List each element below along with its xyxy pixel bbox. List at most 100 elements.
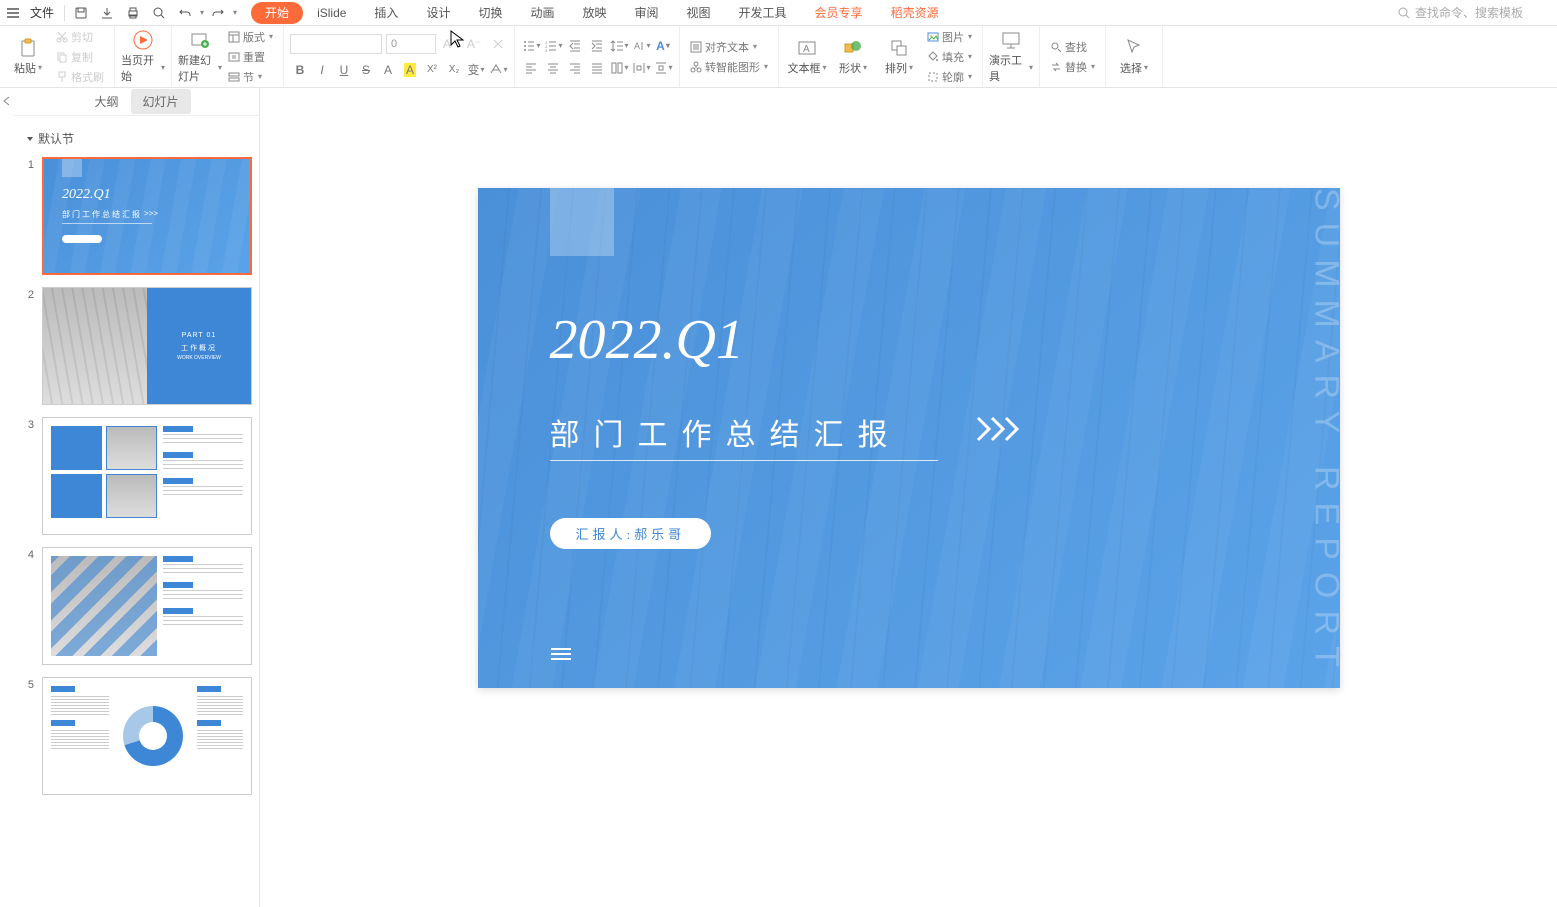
distribute-h-icon[interactable]: ▾ (631, 58, 651, 78)
main-area: 大纲 幻灯片 默认节 1 2022.Q1 部门工作总结汇报 >>> (0, 88, 1557, 907)
tab-transition[interactable]: 切换 (464, 0, 516, 25)
decor-block (550, 188, 614, 256)
reporter-pill[interactable]: 汇报人:郝乐哥 (550, 518, 712, 549)
slides-tab[interactable]: 幻灯片 (131, 89, 191, 114)
arrange-button[interactable]: 排列▾ (877, 30, 921, 84)
separator (64, 5, 65, 21)
align-left-icon[interactable] (521, 58, 541, 78)
present-tools-button[interactable]: 演示工具▾ (989, 30, 1033, 84)
svg-text:A: A (803, 44, 810, 55)
reset-button[interactable]: 重置 (224, 48, 277, 66)
command-search[interactable]: 查找命令、搜索模板 (1397, 4, 1553, 21)
slide-thumb-5[interactable]: 5 (18, 671, 259, 801)
section-header[interactable]: 默认节 (18, 126, 259, 151)
collapse-panel-icon[interactable] (0, 88, 14, 907)
increase-indent-icon[interactable] (587, 36, 607, 56)
superscript-icon[interactable]: X² (422, 60, 442, 80)
align-center-icon[interactable] (543, 58, 563, 78)
textbox-button[interactable]: A 文本框▾ (785, 30, 829, 84)
align-justify-icon[interactable] (587, 58, 607, 78)
tab-islide[interactable]: iSlide (303, 0, 360, 25)
align-right-icon[interactable] (565, 58, 585, 78)
tab-slideshow[interactable]: 放映 (568, 0, 620, 25)
redo-icon[interactable] (206, 2, 230, 24)
columns-icon[interactable]: ▾ (609, 58, 629, 78)
font-effects-icon[interactable]: ▾ (488, 60, 508, 80)
qat-customize[interactable]: ▾ (233, 8, 237, 17)
tab-insert[interactable]: 插入 (360, 0, 412, 25)
svg-text:3: 3 (545, 48, 548, 53)
slide-canvas-area[interactable]: 2022.Q1 部门工作总结汇报 汇报人:郝乐哥 SUMMARY REPORT (260, 88, 1557, 907)
undo-dropdown[interactable]: ▾ (200, 8, 204, 17)
new-slide-button[interactable]: 新建幻灯片▾ (178, 30, 222, 84)
tab-start[interactable]: 开始 (251, 2, 303, 24)
paste-button[interactable]: 粘贴▾ (6, 30, 50, 84)
slide-thumb-3[interactable]: 3 (18, 411, 259, 541)
ribbon-tabs: 开始 iSlide 插入 设计 切换 动画 放映 审阅 视图 开发工具 会员专享… (251, 0, 953, 25)
print-icon[interactable] (121, 2, 145, 24)
tab-docer[interactable]: 稻壳资源 (877, 0, 953, 25)
format-painter-button[interactable]: 格式刷 (52, 68, 108, 86)
clear-format-icon[interactable] (488, 34, 508, 54)
tab-member[interactable]: 会员专享 (801, 0, 877, 25)
slide-year[interactable]: 2022.Q1 (550, 308, 744, 372)
divider-line (550, 460, 938, 461)
section-button[interactable]: 节▾ (224, 68, 277, 86)
distribute-v-icon[interactable]: ▾ (653, 58, 673, 78)
highlight-icon[interactable]: A (400, 60, 420, 80)
tab-animation[interactable]: 动画 (516, 0, 568, 25)
italic-icon[interactable]: I (312, 60, 332, 80)
picture-button[interactable]: 图片▾ (923, 28, 976, 46)
from-current-button[interactable]: 当页开始▾ (121, 30, 165, 84)
smartart-button[interactable]: 转智能图形▾ (686, 58, 772, 76)
arrow-icon (976, 416, 1022, 445)
subscript-icon[interactable]: X₂ (444, 60, 464, 80)
svg-text:A: A (634, 41, 640, 51)
slide-canvas[interactable]: 2022.Q1 部门工作总结汇报 汇报人:郝乐哥 SUMMARY REPORT (478, 188, 1340, 688)
slides-list[interactable]: 默认节 1 2022.Q1 部门工作总结汇报 >>> 2 P (14, 116, 259, 907)
text-effects-icon[interactable]: A▾ (653, 36, 673, 56)
text-direction-icon[interactable]: A▾ (631, 36, 651, 56)
find-button[interactable]: 查找 (1046, 38, 1099, 56)
line-spacing-icon[interactable]: ▾ (609, 36, 629, 56)
change-case-icon[interactable]: 变▾ (466, 60, 486, 80)
decrease-font-icon[interactable]: A⁻ (464, 34, 484, 54)
tab-review[interactable]: 审阅 (621, 0, 673, 25)
layout-button[interactable]: 版式▾ (224, 28, 277, 46)
slide-thumb-4[interactable]: 4 (18, 541, 259, 671)
strike-icon[interactable]: S (356, 60, 376, 80)
bold-icon[interactable]: B (290, 60, 310, 80)
underline-icon[interactable]: U (334, 60, 354, 80)
slides-panel: 大纲 幻灯片 默认节 1 2022.Q1 部门工作总结汇报 >>> (14, 88, 260, 907)
title-bar: 文件 ▾ ▾ 开始 iSlide 插入 设计 切换 动画 放映 审阅 视图 开发… (0, 0, 1557, 26)
select-button[interactable]: 选择▾ (1112, 30, 1156, 84)
print-preview-icon[interactable] (147, 2, 171, 24)
replace-button[interactable]: 替换▾ (1046, 58, 1099, 76)
font-name-combo[interactable] (290, 34, 382, 54)
slide-thumb-2[interactable]: 2 PART 01 工作概况 WORK OVERVIEW (18, 281, 259, 411)
increase-font-icon[interactable]: A⁺ (440, 34, 460, 54)
font-color-icon[interactable]: A (378, 60, 398, 80)
outline-button[interactable]: 轮廓▾ (923, 68, 976, 86)
fill-button[interactable]: 填充▾ (923, 48, 976, 66)
tab-devtools[interactable]: 开发工具 (725, 0, 801, 25)
tab-view[interactable]: 视图 (673, 0, 725, 25)
outline-tab[interactable]: 大纲 (82, 89, 130, 114)
hamburger-icon (550, 647, 572, 664)
tab-design[interactable]: 设计 (412, 0, 464, 25)
numbering-icon[interactable]: 123▾ (543, 36, 563, 56)
slide-title[interactable]: 部门工作总结汇报 (550, 410, 902, 454)
shape-button[interactable]: 形状▾ (831, 30, 875, 84)
undo-icon[interactable] (173, 2, 197, 24)
export-icon[interactable] (95, 2, 119, 24)
copy-button[interactable]: 复制 (52, 48, 108, 66)
slide-thumb-1[interactable]: 1 2022.Q1 部门工作总结汇报 >>> (18, 151, 259, 281)
app-menu-icon[interactable] (4, 4, 22, 22)
decrease-indent-icon[interactable] (565, 36, 585, 56)
bullets-icon[interactable]: ▾ (521, 36, 541, 56)
cut-button[interactable]: 剪切 (52, 28, 108, 46)
align-text-button[interactable]: 对齐文本▾ (686, 38, 772, 56)
font-size-combo[interactable]: 0 (386, 34, 436, 54)
file-menu[interactable]: 文件 (24, 4, 60, 21)
save-icon[interactable] (69, 2, 93, 24)
